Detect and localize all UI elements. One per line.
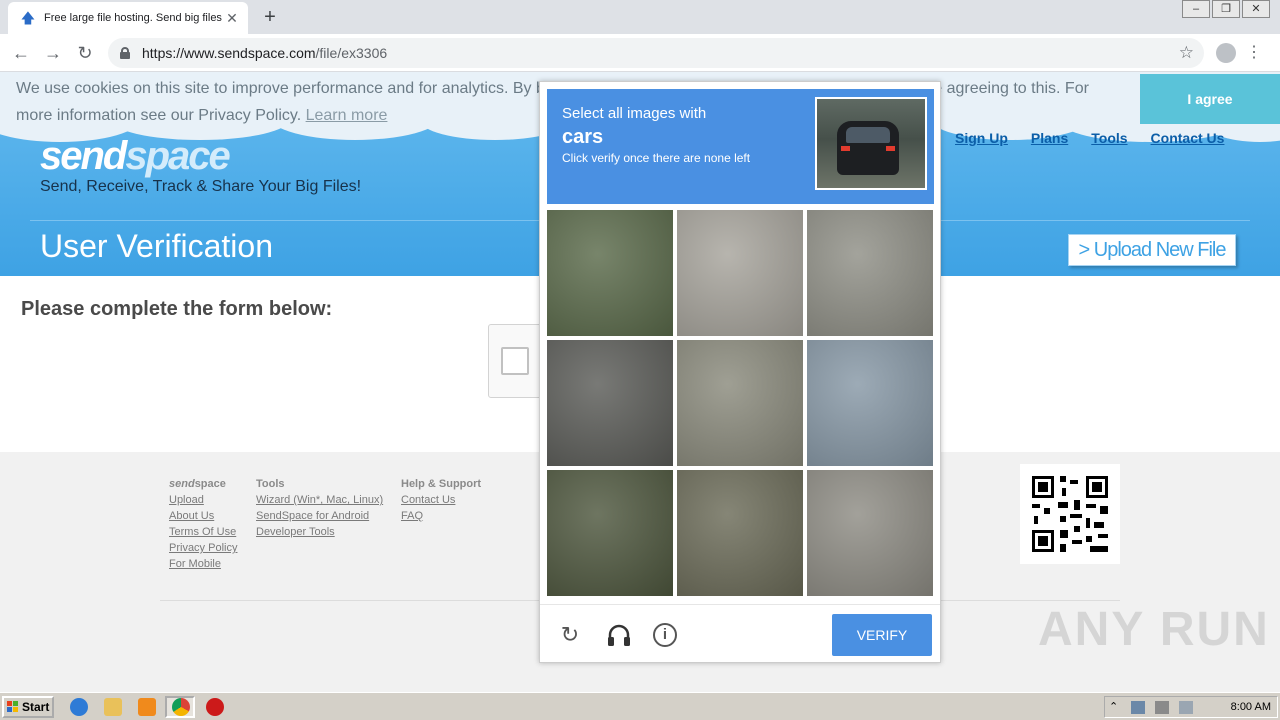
folder-icon[interactable] xyxy=(104,698,122,716)
upload-arrow-icon: 🡅 xyxy=(20,10,36,26)
volume-icon[interactable] xyxy=(1155,701,1169,714)
image-tile-road-car-distant[interactable] xyxy=(807,470,933,596)
clock: 8:00 AM xyxy=(1230,701,1271,713)
challenge-header: Select all images with cars Click verify… xyxy=(547,89,934,204)
address-bar[interactable]: https://www.sendspace.com/file/ex3306 ☆ xyxy=(108,38,1204,68)
minimize-button[interactable]: – xyxy=(1182,0,1210,18)
start-label: Start xyxy=(22,700,50,714)
reload-challenge-icon[interactable]: ↻ xyxy=(557,622,583,648)
challenge-hint: Click verify once there are none left xyxy=(562,151,751,165)
footer-col-heading: Help & Support xyxy=(401,478,482,490)
qr-code-graphic xyxy=(1032,476,1108,552)
footer-col-sendspace: sendspace Upload About Us Terms Of Use P… xyxy=(169,476,237,572)
info-icon[interactable]: i xyxy=(653,623,677,647)
browser-tab[interactable]: 🡅 Free large file hosting. Send big file… xyxy=(8,2,248,34)
sample-car-image xyxy=(815,97,927,190)
footer-col-tools: Tools Wizard (Win*, Mac, Linux) SendSpac… xyxy=(256,476,383,540)
footer-link-terms[interactable]: Terms Of Use xyxy=(169,524,237,540)
footer-col-help: Help & Support Contact Us FAQ xyxy=(401,476,481,524)
logo-part-send: send xyxy=(40,134,127,178)
footer-col-heading: sendspace xyxy=(169,476,237,492)
qr-code xyxy=(1020,464,1120,564)
agree-button[interactable]: I agree xyxy=(1140,74,1280,124)
car-taillight xyxy=(841,146,850,151)
image-tile-palm-trees-sky[interactable] xyxy=(807,340,933,466)
page-title: User Verification xyxy=(40,228,273,264)
tagline: Send, Receive, Track & Share Your Big Fi… xyxy=(40,178,362,195)
logo-part-space: space xyxy=(125,134,230,178)
footer-link-wizard[interactable]: Wizard (Win*, Mac, Linux) xyxy=(256,492,383,508)
windows-flag-icon xyxy=(7,701,18,712)
stop-icon[interactable] xyxy=(206,698,224,716)
challenge-footer-divider xyxy=(540,604,940,605)
back-arrow-icon[interactable]: ← xyxy=(10,42,32,64)
flag-icon[interactable] xyxy=(1179,701,1193,714)
image-tile-trees-shrubs[interactable] xyxy=(547,470,673,596)
footer-link-upload[interactable]: Upload xyxy=(169,492,237,508)
footer-link-android[interactable]: SendSpace for Android xyxy=(256,508,383,524)
nav-plans[interactable]: Plans xyxy=(1031,130,1068,146)
image-tile-road-intersection[interactable] xyxy=(807,210,933,336)
image-challenge: Select all images with cars Click verify… xyxy=(539,81,941,663)
kebab-menu-icon[interactable]: ⋮ xyxy=(1246,42,1262,62)
image-tile-road-car-rear[interactable] xyxy=(677,340,803,466)
upload-new-file-button[interactable]: > Upload New File xyxy=(1068,234,1236,266)
car-window xyxy=(846,127,890,143)
network-icon[interactable] xyxy=(1131,701,1145,714)
url-host: https://www.sendspace.com xyxy=(142,45,316,61)
audio-challenge-icon[interactable] xyxy=(606,622,632,648)
system-tray: ⌃ 8:00 AM xyxy=(1104,696,1278,718)
maximize-button[interactable]: ❐ xyxy=(1212,0,1240,18)
profile-avatar-icon[interactable] xyxy=(1216,43,1236,63)
footer-link-developer[interactable]: Developer Tools xyxy=(256,524,383,540)
image-tile-road-curve[interactable] xyxy=(677,210,803,336)
url-text: https://www.sendspace.com/file/ex3306 xyxy=(142,45,387,61)
car-shape xyxy=(837,121,899,175)
image-grid xyxy=(547,210,935,598)
browser-tabstrip: 🡅 Free large file hosting. Send big file… xyxy=(0,0,1280,34)
chevron-up-icon[interactable]: ⌃ xyxy=(1109,701,1123,714)
internet-explorer-icon[interactable] xyxy=(70,698,88,716)
top-nav: Sign Up Plans Tools Contact Us xyxy=(955,130,1247,146)
verify-button[interactable]: VERIFY xyxy=(832,614,932,656)
tab-title: Free large file hosting. Send big files xyxy=(44,12,222,24)
footer-brand-bold: send xyxy=(169,478,195,490)
image-tile-highway-car[interactable] xyxy=(547,340,673,466)
footer-link-privacy[interactable]: Privacy Policy xyxy=(169,540,237,556)
learn-more-link[interactable]: Learn more xyxy=(306,107,388,124)
window-close-button[interactable]: ✕ xyxy=(1242,0,1270,18)
recaptcha-checkbox[interactable] xyxy=(501,347,529,375)
taskbar-chrome-window[interactable] xyxy=(165,696,195,718)
car-taillight xyxy=(886,146,895,151)
image-tile-grass-grate[interactable] xyxy=(677,470,803,596)
media-player-icon[interactable] xyxy=(138,698,156,716)
reload-icon[interactable]: ↻ xyxy=(74,42,96,64)
nav-sign-up[interactable]: Sign Up xyxy=(955,130,1008,146)
new-tab-button[interactable]: + xyxy=(260,6,280,28)
nav-tools[interactable]: Tools xyxy=(1091,130,1127,146)
footer-brand-rest: space xyxy=(194,478,226,490)
form-title: Please complete the form below: xyxy=(21,298,333,320)
bookmark-star-icon[interactable]: ☆ xyxy=(1179,43,1194,63)
window-controls: – ❐ ✕ xyxy=(1180,0,1270,18)
close-icon[interactable]: ✕ xyxy=(224,10,240,27)
taskbar: Start ⌃ 8:00 AM xyxy=(0,692,1280,720)
footer-link-contact[interactable]: Contact Us xyxy=(401,492,481,508)
forward-arrow-icon[interactable]: → xyxy=(42,42,64,64)
chrome-icon xyxy=(172,698,190,716)
url-path: /file/ex3306 xyxy=(315,45,388,61)
browser-toolbar: ← → ↻ https://www.sendspace.com/file/ex3… xyxy=(0,34,1280,72)
challenge-instruction: Select all images with xyxy=(562,105,707,122)
footer-link-about[interactable]: About Us xyxy=(169,508,237,524)
image-tile-palm-bush[interactable] xyxy=(547,210,673,336)
challenge-target: cars xyxy=(562,126,604,148)
lock-icon xyxy=(120,47,130,59)
footer-col-heading: Tools xyxy=(256,478,285,490)
nav-contact-us[interactable]: Contact Us xyxy=(1151,130,1225,146)
footer-link-faq[interactable]: FAQ xyxy=(401,508,481,524)
footer-link-mobile[interactable]: For Mobile xyxy=(169,556,237,572)
start-button[interactable]: Start xyxy=(2,696,54,718)
anyrun-watermark: ANY RUN xyxy=(1038,603,1270,656)
sendspace-logo[interactable]: sendspace xyxy=(40,134,231,179)
